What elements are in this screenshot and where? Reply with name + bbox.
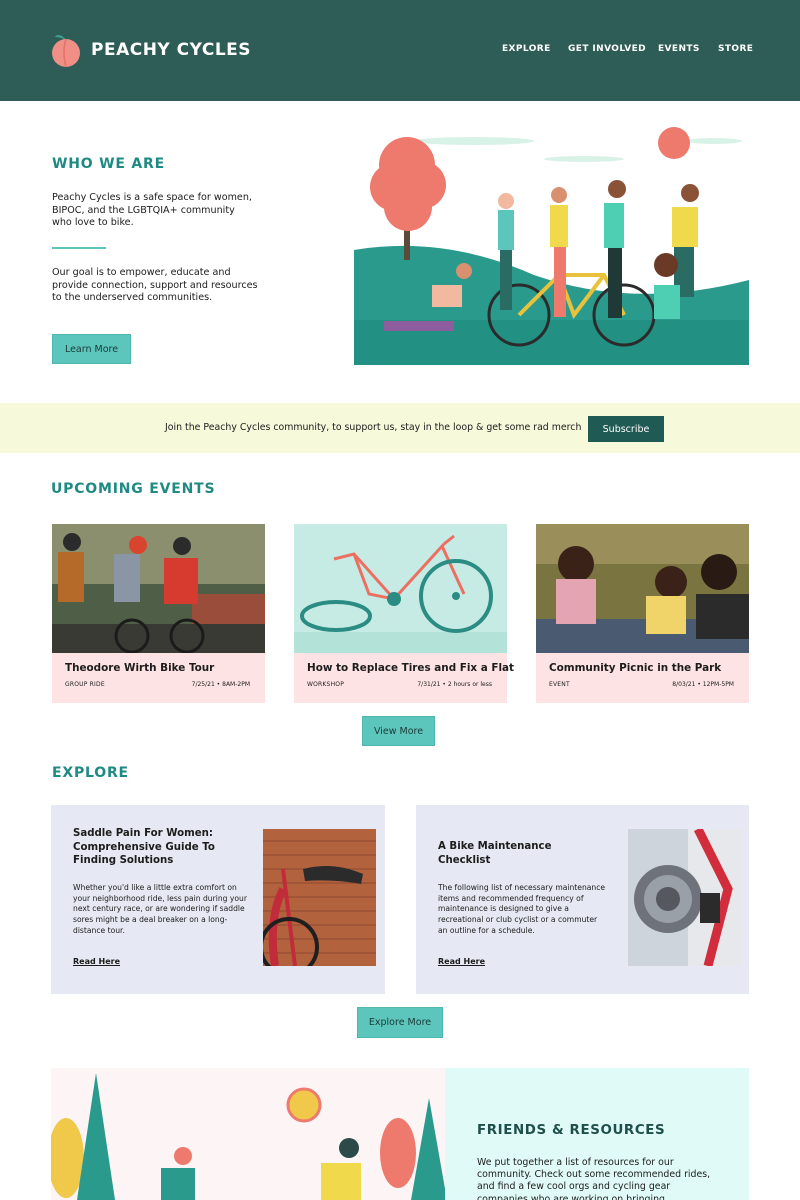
cassette-gear-photo (628, 829, 741, 966)
explore-title: EXPLORE (52, 765, 129, 781)
picnic-photo (536, 524, 749, 653)
logo[interactable]: PEACHY CYCLES (50, 32, 251, 68)
nav-explore[interactable]: EXPLORE (502, 44, 551, 54)
event-title: Theodore Wirth Bike Tour (65, 662, 215, 674)
subscribe-button[interactable]: Subscribe (588, 416, 664, 442)
event-card[interactable]: Community Picnic in the Park EVENT 8/03/… (536, 524, 749, 703)
event-date: 7/31/21 • 2 hours or less (417, 681, 492, 688)
brand-name: PEACHY CYCLES (91, 40, 252, 60)
event-type: WORKSHOP (307, 681, 345, 688)
event-title: How to Replace Tires and Fix a Flat (307, 662, 514, 674)
article-title: A Bike Maintenance Checklist (438, 841, 552, 866)
explore-card: Saddle Pain For Women: Comprehensive Gui… (51, 805, 385, 994)
event-card-footer: Theodore Wirth Bike Tour GROUP RIDE 7/25… (52, 653, 265, 703)
explore-card: A Bike Maintenance Checklist The followi… (416, 805, 749, 994)
who-intro: Peachy Cycles is a safe space for women,… (52, 192, 252, 228)
article-description: The following list of necessary maintena… (438, 883, 606, 935)
view-more-button[interactable]: View More (362, 716, 435, 746)
nav-events[interactable]: EVENTS (658, 44, 700, 54)
friends-panel: FRIENDS & RESOURCES We put together a li… (445, 1068, 749, 1200)
group-ride-photo (52, 524, 265, 653)
nav-get-involved[interactable]: GET INVOLVED (568, 44, 646, 54)
community-cyclists-illustration (354, 125, 749, 365)
article-description: Whether you'd like a little extra comfor… (73, 883, 247, 935)
read-here-link[interactable]: Read Here (438, 957, 485, 966)
event-type: EVENT (549, 681, 570, 688)
friends-illustration-panel (51, 1068, 445, 1200)
nav-store[interactable]: STORE (718, 44, 753, 54)
event-card-footer: How to Replace Tires and Fix a Flat WORK… (294, 653, 514, 703)
who-title: WHO WE ARE (52, 156, 165, 172)
event-card-footer: Community Picnic in the Park EVENT 8/03/… (536, 653, 749, 703)
cyclists-forest-illustration (51, 1068, 445, 1200)
saddle-photo (263, 829, 376, 966)
friends-text: We put together a list of resources for … (477, 1157, 711, 1200)
event-type: GROUP RIDE (65, 681, 105, 688)
divider (52, 247, 106, 249)
event-date: 7/25/21 • 8AM-2PM (191, 681, 250, 688)
event-card[interactable]: Theodore Wirth Bike Tour GROUP RIDE 7/25… (52, 524, 265, 703)
site-header: PEACHY CYCLES EXPLORE GET INVOLVED EVENT… (0, 0, 800, 101)
event-card[interactable]: How to Replace Tires and Fix a Flat WORK… (294, 524, 514, 703)
who-goal: Our goal is to empower, educate and prov… (52, 267, 258, 303)
peach-logo-icon (52, 35, 80, 68)
subscribe-banner: Join the Peachy Cycles community, to sup… (0, 403, 800, 453)
event-date: 8/03/21 • 12PM-5PM (672, 681, 734, 688)
events-title: UPCOMING EVENTS (51, 481, 216, 497)
read-here-link[interactable]: Read Here (73, 957, 120, 966)
explore-more-button[interactable]: Explore More (357, 1007, 443, 1038)
friends-title: FRIENDS & RESOURCES (477, 1123, 666, 1138)
article-title: Saddle Pain For Women: Comprehensive Gui… (73, 828, 215, 866)
learn-more-button[interactable]: Learn More (52, 334, 131, 364)
bike-repair-illustration (294, 524, 507, 653)
banner-text: Join the Peachy Cycles community, to sup… (165, 422, 582, 433)
event-title: Community Picnic in the Park (549, 662, 722, 674)
